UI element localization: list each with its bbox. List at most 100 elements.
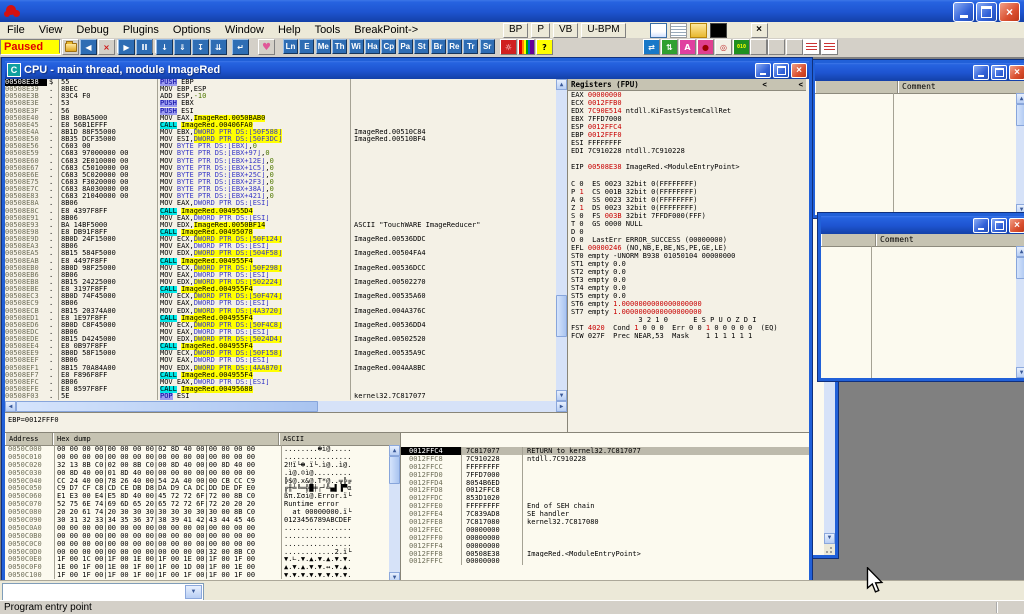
disasm-row[interactable]: 00508E56.C603 00MOV BYTE PTR DS:[EBX],0 — [5, 143, 556, 150]
help-button[interactable]: ? — [536, 39, 553, 55]
minimize-button[interactable] — [953, 2, 974, 22]
plugin-spiral-button[interactable]: ◎ — [715, 39, 732, 55]
cpu-window[interactable]: C CPU - main thread, module ImageRed × 0… — [2, 58, 812, 580]
register-line[interactable]: ST7 empty 1.0000000000000000000 — [568, 308, 806, 316]
fpu-next-button[interactable]: < — [798, 80, 803, 89]
stack-row[interactable]: 0012FFE87C817080kernel32.7C817080 — [401, 518, 809, 526]
trace-into-button[interactable]: ↧ — [192, 39, 209, 55]
disasm-row[interactable]: 00508E6E.C683 5C020000 00MOV BYTE PTR DS… — [5, 172, 556, 179]
stack-row[interactable]: 0012FFE47C839AD8SE handler — [401, 510, 809, 518]
dump-pane[interactable]: Address Hex dump ASCII 0050C00000 00 00 … — [5, 432, 400, 580]
menu-breakpoint[interactable]: BreakPoint-> — [347, 22, 425, 38]
dump-row[interactable]: 0050C040CC 24 40 00|78 26 40 00|54 2A 40… — [5, 477, 389, 485]
stack-pane[interactable]: 0012FFC47C817077RETURN to kernel32.7C817… — [400, 432, 809, 580]
toolbar-close-button[interactable]: × — [751, 23, 768, 38]
bp-button-bp[interactable]: BP — [503, 23, 528, 38]
dump-row[interactable]: 0050C01000 00 00 00|00 00 00 00|00 00 00… — [5, 453, 389, 461]
panel-button-tr[interactable]: Tr — [463, 39, 478, 54]
close-button[interactable]: × — [1009, 218, 1024, 233]
menu-debug[interactable]: Debug — [69, 22, 115, 38]
register-line[interactable] — [568, 155, 806, 163]
disassembly-pane[interactable]: 00508E38$55PUSH EBP00508E39.8BECMOV EBP,… — [5, 79, 567, 412]
register-line[interactable]: EBP 0012FFF0 — [568, 131, 806, 139]
disasm-row[interactable]: 00508EFC.8B06MOV EAX,DWORD PTR DS:[ESI] — [5, 379, 556, 386]
restart-button[interactable]: ◀ — [80, 39, 97, 55]
disasm-row[interactable]: 00508E4A.8B1D 88F55000MOV EBX,DWORD PTR … — [5, 129, 556, 136]
column-header-comment[interactable]: Comment — [898, 81, 1024, 93]
panel-button-pa[interactable]: Pa — [398, 39, 413, 54]
stack-row[interactable]: 0012FFD07FFD7000 — [401, 471, 809, 479]
disasm-row[interactable]: 00508E60.C683 2E010000 00MOV BYTE PTR DS… — [5, 158, 556, 165]
dump-row[interactable]: 0050C050C9 D7 CF C8|CD CE DB D8|DA D9 CA… — [5, 484, 389, 492]
scroll-left-button[interactable]: ◀ — [5, 401, 16, 412]
dump-row[interactable]: 0050C0D000 00 00 00|00 00 00 00|00 00 00… — [5, 548, 389, 556]
panel-button-wi[interactable]: Wi — [349, 39, 364, 54]
register-line[interactable]: EIP 00508E38 ImageRed.<ModuleEntryPoint> — [568, 163, 806, 171]
disasm-row[interactable]: 00508EDE.8B15 D4245000MOV EDX,DWORD PTR … — [5, 336, 556, 343]
menu-file[interactable]: File — [0, 22, 32, 38]
panel-button-st[interactable]: St — [414, 39, 429, 54]
register-line[interactable]: ST4 empty 0.0 — [568, 284, 806, 292]
dump-row[interactable]: 0050C0B000 00 00 00|00 00 00 00|00 00 00… — [5, 532, 389, 540]
command-combobox[interactable]: ▼ — [2, 583, 204, 601]
register-line[interactable]: ST6 empty 1.0000000000000000000 — [568, 300, 806, 308]
disasm-row[interactable]: 00508E3E.53PUSH EBX — [5, 100, 556, 107]
menu-window[interactable]: Window — [218, 22, 271, 38]
comment-window-2-titlebar[interactable]: × — [821, 216, 1024, 234]
disasm-row[interactable]: 00508EBE.E8 3197F8FFCALL ImageRed.004955… — [5, 286, 556, 293]
plugin-bits-button[interactable]: 010 — [733, 39, 750, 55]
stack-row[interactable]: 0012FFF400000000 — [401, 542, 809, 550]
scroll-thumb[interactable] — [16, 401, 318, 412]
menu-plugins[interactable]: Plugins — [116, 22, 166, 38]
register-line[interactable]: ST3 empty 0.0 — [568, 276, 806, 284]
register-line[interactable]: C 0 ES 0023 32bit 0(FFFFFFFF) — [568, 180, 806, 188]
panel-button-ha[interactable]: Ha — [365, 39, 380, 54]
window-list-button[interactable] — [803, 39, 820, 55]
scroll-up-button[interactable]: ▲ — [556, 79, 567, 90]
dump-vscrollbar[interactable]: ▲ ▼ — [389, 445, 400, 580]
disasm-row[interactable]: 00508E3F.56PUSH ESI — [5, 108, 556, 115]
register-line[interactable]: S 0 FS 003B 32bit 7FFDF000(FFF) — [568, 212, 806, 220]
register-line[interactable]: O 0 LastErr ERROR_SUCCESS (00000000) — [568, 236, 806, 244]
disasm-row[interactable]: 00508E8C.E8 4397F8FFCALL ImageRed.004955… — [5, 208, 556, 215]
scroll-down-button[interactable]: ▼ — [389, 572, 400, 580]
scrollbar-vertical[interactable]: ▲ ▼ — [1016, 93, 1024, 215]
disasm-row[interactable]: 00508EB0.8B0D 98F25000MOV ECX,DWORD PTR … — [5, 265, 556, 272]
console-icon[interactable] — [710, 23, 727, 38]
scroll-thumb[interactable] — [389, 456, 400, 484]
register-line[interactable]: ESP 0012FFC4 — [568, 123, 806, 131]
scroll-up-button[interactable]: ▲ — [1016, 246, 1024, 257]
task-list-button[interactable] — [821, 39, 838, 55]
register-line[interactable]: D 0 — [568, 228, 806, 236]
comment-window-2[interactable]: × Comment ▲ ▼ — [818, 213, 1024, 381]
column-header-blank[interactable] — [821, 234, 876, 246]
stack-row[interactable]: 0012FFF000000000 — [401, 534, 809, 542]
scroll-up-button[interactable]: ▲ — [1016, 93, 1024, 104]
panel-button-br[interactable]: Br — [431, 39, 446, 54]
dump-row[interactable]: 0050C07052 75 6E 74|69 6D 65 20|65 72 72… — [5, 500, 389, 508]
disasm-row[interactable]: 00508ED1.E8 1E97F8FFCALL ImageRed.004955… — [5, 315, 556, 322]
dump-row[interactable]: 0050C0E01F 00 1C 00|1F 00 1E 00|1F 00 1E… — [5, 555, 389, 563]
menu-tools[interactable]: Tools — [308, 22, 348, 38]
register-line[interactable]: Z 1 DS 0023 32bit 0(FFFFFFFF) — [568, 204, 806, 212]
cpu-window-titlebar[interactable]: C CPU - main thread, module ImageRed × — [5, 61, 809, 79]
panel-button-ln[interactable]: Ln — [283, 39, 298, 54]
panel-button-re[interactable]: Re — [447, 39, 462, 54]
execute-till-return-button[interactable]: ↵ — [232, 39, 249, 55]
disasm-row[interactable]: 00508E67.C683 C5010000 00MOV BYTE PTR DS… — [5, 165, 556, 172]
disasm-row[interactable]: 00508E7C.C683 8A030000 00MOV BYTE PTR DS… — [5, 186, 556, 193]
disasm-row[interactable]: 00508EEF.8B06MOV EAX,DWORD PTR DS:[ESI] — [5, 357, 556, 364]
bp-button-vb[interactable]: VB — [553, 23, 578, 38]
dump-row[interactable]: 0050C1001F 00 1F 00|1F 00 1F 00|1F 00 1F… — [5, 571, 389, 579]
scroll-down-button[interactable]: ▼ — [556, 390, 567, 401]
bp-button-ubpm[interactable]: U-BPM — [581, 23, 625, 38]
scroll-down-button[interactable]: ▼ — [824, 533, 835, 544]
register-line[interactable]: ST1 empty 0.0 — [568, 260, 806, 268]
register-line[interactable]: ESI FFFFFFFF — [568, 139, 806, 147]
disasm-row[interactable]: 00508EB8.8B15 24225000MOV EDX,DWORD PTR … — [5, 279, 556, 286]
register-line[interactable]: EBX 7FFD7000 — [568, 115, 806, 123]
disasm-row[interactable]: 00508EFE.E8 8597F8FFCALL ImageRed.004956… — [5, 386, 556, 393]
panel-button-sr[interactable]: Sr — [480, 39, 495, 54]
scroll-thumb[interactable] — [1016, 257, 1024, 279]
scrollbar-vertical[interactable]: ▲ ▼ — [1016, 246, 1024, 378]
